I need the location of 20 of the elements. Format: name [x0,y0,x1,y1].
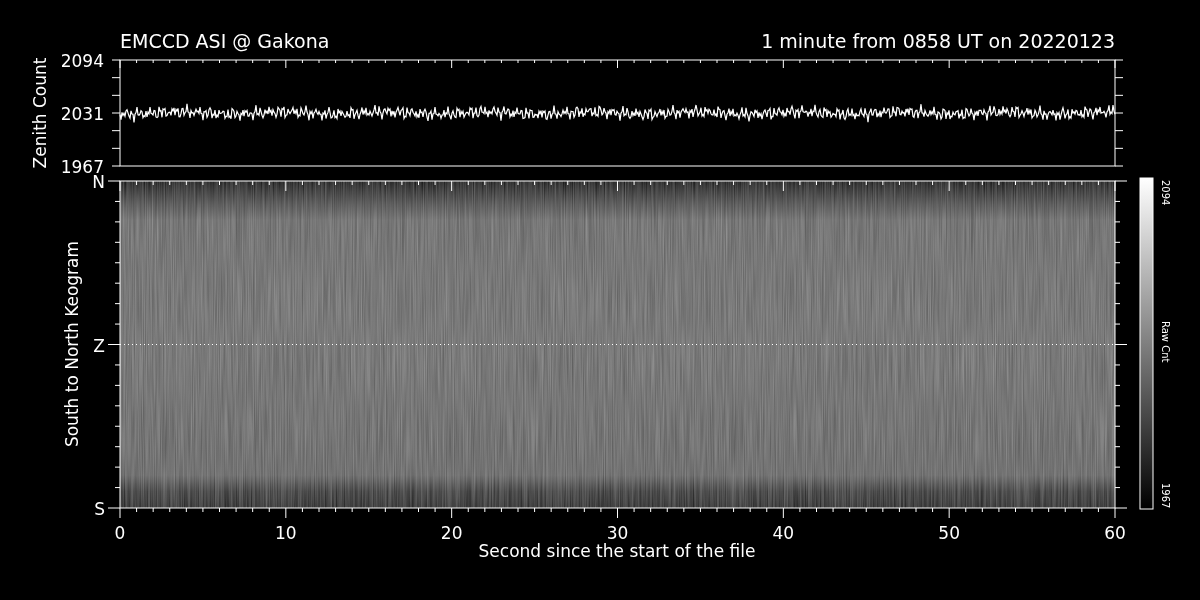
y-tick-label: Z [93,335,105,356]
colorbar-label: Raw Cnt [1160,321,1171,363]
x-tick-label: 10 [275,523,297,543]
y-axis-label: Zenith Count [30,57,50,169]
y-axis-label: South to North Keogram [62,240,82,448]
plot-title: EMCCD ASI @ Gakona [120,30,330,52]
colorbar-min-label: 1967 [1160,483,1171,509]
y-tick-label: N [92,172,105,192]
x-tick-label: 40 [772,523,795,543]
y-tick-label: S [94,499,105,519]
x-tick-label: 20 [440,523,463,543]
x-tick-label: 0 [114,523,126,543]
x-tick-label: 60 [1104,523,1126,543]
y-tick-label: 2031 [60,104,104,124]
colorbar-max-label: 2094 [1160,180,1171,206]
plot-subtitle: 1 minute from 0858 UT on 20220123 [761,30,1115,52]
x-axis-label: Second since the start of the file [478,541,756,561]
x-tick-label: 30 [606,523,629,543]
y-tick-label: 2094 [60,51,104,71]
x-tick-label: 50 [938,523,960,543]
